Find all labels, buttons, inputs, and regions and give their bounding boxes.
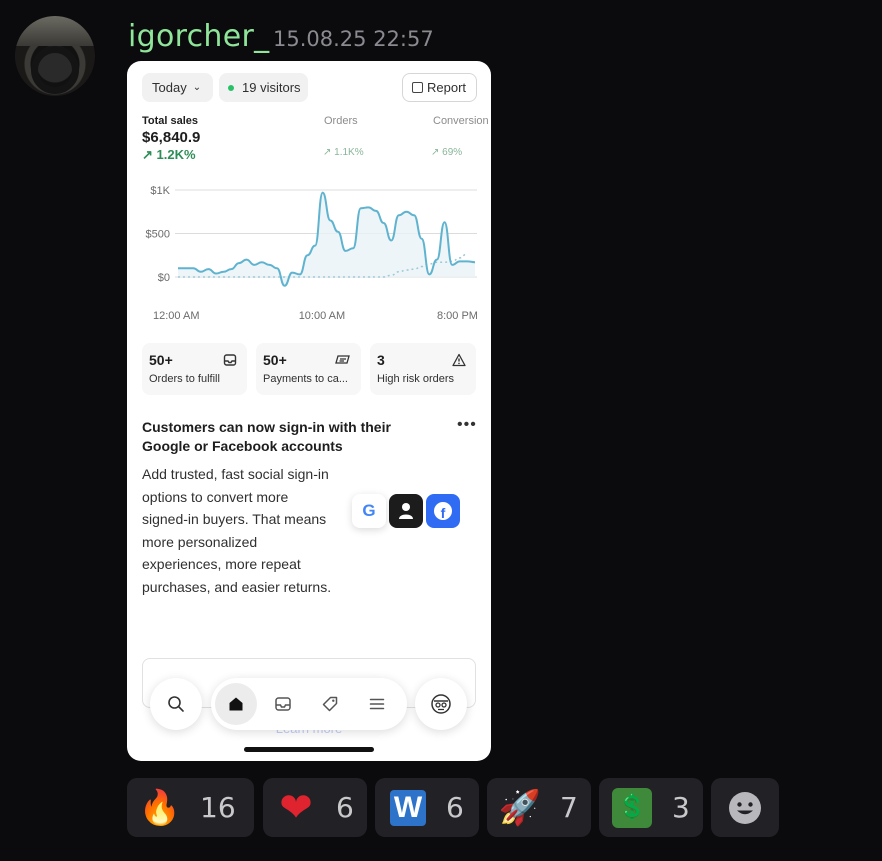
card-high-risk-orders[interactable]: 3 High risk orders [370, 343, 476, 395]
pepe-money-emoji: 💲 [612, 787, 652, 828]
y-tick-label: $0 [158, 272, 170, 284]
profile-button[interactable] [415, 678, 467, 730]
user-icon [389, 494, 423, 528]
reaction-pepe-money[interactable]: 💲 3 [599, 778, 703, 837]
report-label: Report [427, 80, 467, 95]
card-payments-to-capture[interactable]: 50+ Payments to ca... [256, 343, 361, 395]
card-label: Payments to ca... [263, 373, 348, 385]
metric-title-orders[interactable]: Orders [324, 115, 358, 127]
avatar-windshield [15, 16, 95, 46]
card-label: High risk orders [377, 373, 455, 385]
nav-products[interactable] [309, 683, 351, 725]
sales-chart[interactable]: $1K $500 $0 12:00 AM 10:00 AM 8:00 PM [127, 176, 491, 326]
warning-icon [452, 353, 466, 367]
live-dot-icon [228, 84, 234, 91]
promo-body: Add trusted, fast social sign-in options… [142, 466, 332, 595]
reaction-count: 6 [446, 791, 464, 824]
total-sales-delta: ↗ 1.2K% [142, 147, 196, 162]
reaction-rocket[interactable]: 🚀 7 [487, 778, 591, 837]
home-icon [229, 697, 243, 711]
card-orders-to-fulfill[interactable]: 50+ Orders to fulfill [142, 343, 247, 395]
nav-home[interactable] [215, 683, 257, 725]
card-label: Orders to fulfill [149, 373, 220, 385]
reaction-count: 16 [200, 791, 236, 824]
report-button[interactable]: Report [402, 73, 477, 102]
card-value: 3 [377, 352, 385, 368]
reaction-w[interactable]: W 6 [375, 778, 479, 837]
orders-delta: ↗ 1.1K% [323, 147, 364, 158]
reaction-heart[interactable]: ❤ 6 [263, 778, 367, 837]
home-indicator [244, 747, 374, 752]
report-icon [412, 82, 423, 93]
w-emoji: W [390, 789, 426, 826]
menu-icon [369, 698, 385, 710]
cash-icon [335, 355, 350, 364]
nav-orders[interactable] [262, 683, 304, 725]
visitors-label: 19 visitors [242, 80, 301, 95]
reaction-count: 6 [336, 791, 354, 824]
profile-icon [431, 694, 451, 714]
avatar-steering-wheel [31, 46, 79, 94]
smiley-icon [729, 791, 761, 824]
card-value: 50+ [263, 352, 287, 368]
visitors-badge[interactable]: 19 visitors [219, 73, 308, 102]
search-icon [168, 696, 184, 712]
chevron-down-icon: ⌄ [192, 82, 202, 93]
promo-title: Customers can now sign-in with their Goo… [142, 419, 391, 454]
username[interactable]: igorcher_ [128, 19, 269, 54]
x-tick-label: 8:00 PM [437, 310, 478, 322]
timestamp: 15.08.25 22:57 [273, 27, 434, 51]
y-tick-label: $1K [150, 185, 170, 197]
bottom-nav [211, 678, 407, 730]
rocket-emoji: 🚀 [498, 788, 542, 827]
metric-title-conversion[interactable]: Conversion [433, 115, 489, 127]
tag-icon [322, 696, 338, 712]
reaction-count: 7 [560, 791, 578, 824]
x-tick-label: 10:00 AM [299, 310, 345, 322]
screenshot-image[interactable]: Today ⌄ 19 visitors Report Total sales O… [127, 61, 491, 761]
google-icon: G [352, 494, 386, 528]
google-letter: G [362, 501, 376, 520]
inbox-icon [275, 697, 291, 711]
heart-emoji: ❤ [279, 785, 313, 830]
date-filter-button[interactable]: Today ⌄ [142, 73, 213, 102]
conversion-delta: ↗ 69% [431, 147, 463, 158]
search-button[interactable] [150, 678, 202, 730]
fire-emoji: 🔥 [138, 788, 182, 827]
reaction-count: 3 [672, 791, 690, 824]
inbox-icon [223, 354, 237, 366]
x-tick-label: 12:00 AM [153, 310, 199, 322]
facebook-letter: f [434, 502, 452, 520]
nav-menu[interactable] [356, 683, 398, 725]
card-value: 50+ [149, 352, 173, 368]
avatar[interactable] [15, 16, 95, 96]
date-filter-label: Today [152, 80, 187, 95]
more-options-icon[interactable]: ••• [457, 416, 477, 434]
total-sales-value: $6,840.9 [142, 129, 201, 146]
y-tick-label: $500 [146, 229, 170, 241]
reaction-fire[interactable]: 🔥 16 [127, 778, 254, 837]
facebook-icon: f [426, 494, 460, 528]
add-reaction-button[interactable] [711, 778, 779, 837]
metric-title-total-sales: Total sales [142, 115, 199, 127]
